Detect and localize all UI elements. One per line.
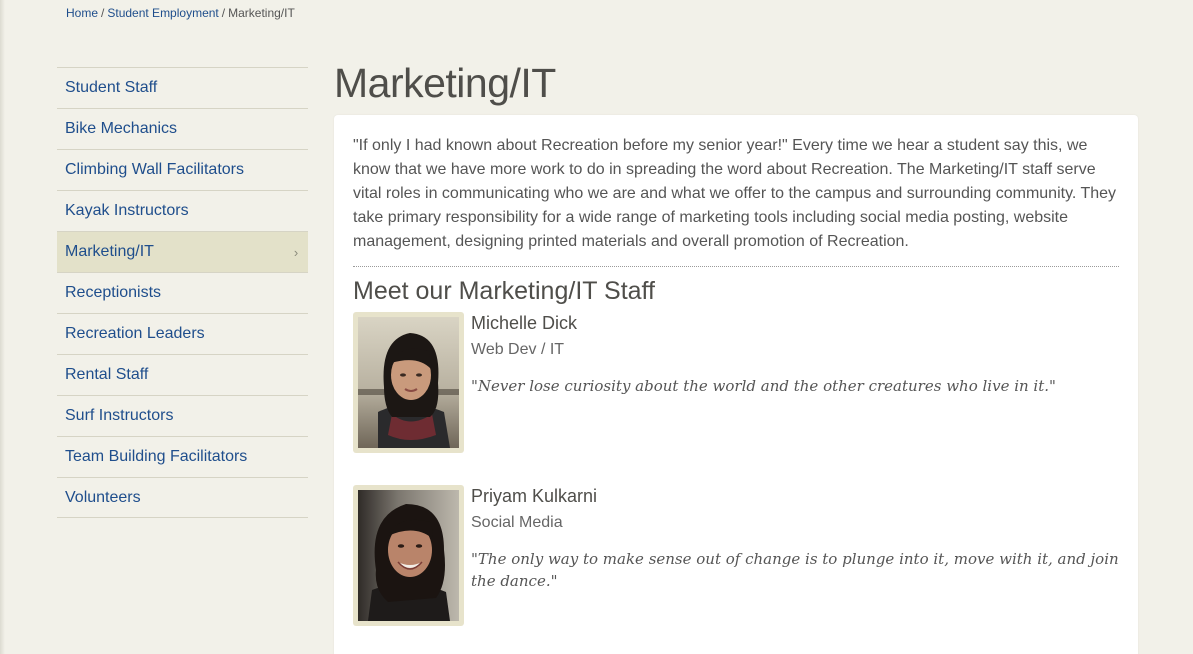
sidebar-item-label: Kayak Instructors: [65, 202, 189, 219]
sidebar-item-team-building-facilitators[interactable]: Team Building Facilitators: [57, 436, 308, 477]
sidebar-item-label: Team Building Facilitators: [65, 448, 248, 465]
sidebar-item-label: Marketing/IT: [65, 243, 154, 260]
sidebar-item-label: Surf Instructors: [65, 407, 174, 424]
sidebar-item-label: Climbing Wall Facilitators: [65, 161, 244, 178]
staff-quote: "The only way to make sense out of chang…: [471, 550, 1119, 590]
breadcrumb: Home / Student Employment / Marketing/IT: [66, 6, 295, 20]
staff-name: Michelle Dick: [471, 313, 578, 333]
intro-paragraph: "If only I had known about Recreation be…: [353, 137, 1117, 250]
staff-portrait-image: [358, 317, 459, 448]
content-panel: "If only I had known about Recreation be…: [334, 115, 1138, 654]
sidebar-item-rental-staff[interactable]: Rental Staff: [57, 354, 308, 395]
staff-role: Social Media: [471, 514, 563, 531]
left-edge-shadow: [0, 0, 5, 654]
staff-photo-frame: [353, 485, 464, 626]
sidebar-item-label: Recreation Leaders: [65, 325, 205, 342]
breadcrumb-home-link[interactable]: Home: [66, 6, 98, 20]
breadcrumb-current: Marketing/IT: [228, 6, 295, 20]
sidebar-item-label: Volunteers: [65, 488, 141, 506]
sidebar-item-marketing-it[interactable]: Marketing/IT ›: [57, 231, 308, 272]
staff-photo: [358, 490, 459, 621]
staff-card: Priyam Kulkarni Social Media "The only w…: [353, 485, 1119, 627]
sidebar-item-label: Student Staff: [65, 79, 158, 96]
sidebar-item-recreation-leaders[interactable]: Recreation Leaders: [57, 313, 308, 354]
chevron-right-icon: ›: [293, 244, 299, 260]
dotted-divider: [353, 266, 1119, 267]
breadcrumb-separator: /: [221, 6, 226, 20]
staff-portrait-image: [358, 490, 459, 621]
sidebar-nav: Student Staff Bike Mechanics Climbing Wa…: [57, 67, 308, 518]
breadcrumb-separator: /: [101, 6, 105, 20]
sidebar-item-receptionists[interactable]: Receptionists: [57, 272, 308, 313]
staff-section-heading: Meet our Marketing/IT Staff: [353, 277, 655, 305]
page-title: Marketing/IT: [334, 60, 556, 106]
sidebar-item-student-staff[interactable]: Student Staff: [57, 67, 308, 108]
breadcrumb-student-employment-link[interactable]: Student Employment: [107, 6, 218, 20]
staff-name: Priyam Kulkarni: [471, 486, 598, 506]
staff-card: Michelle Dick Web Dev / IT "Never lose c…: [353, 312, 1119, 454]
sidebar-item-volunteers[interactable]: Volunteers: [57, 477, 308, 518]
sidebar-item-label: Rental Staff: [65, 366, 149, 383]
sidebar-item-bike-mechanics[interactable]: Bike Mechanics: [57, 108, 308, 149]
sidebar-item-surf-instructors[interactable]: Surf Instructors: [57, 395, 308, 436]
sidebar-item-kayak-instructors[interactable]: Kayak Instructors: [57, 190, 308, 231]
page: Home / Student Employment / Marketing/IT Stu…: [0, 0, 1193, 654]
sidebar-item-climbing-wall-facilitators[interactable]: Climbing Wall Facilitators: [57, 149, 308, 190]
staff-photo: [358, 317, 459, 448]
staff-role: Web Dev / IT: [471, 341, 565, 358]
sidebar-item-label: Bike Mechanics: [65, 120, 178, 137]
staff-photo-frame: [353, 312, 464, 453]
sidebar-item-label: Receptionists: [65, 284, 162, 301]
staff-quote: "Never lose curiosity about the world an…: [471, 377, 1056, 395]
